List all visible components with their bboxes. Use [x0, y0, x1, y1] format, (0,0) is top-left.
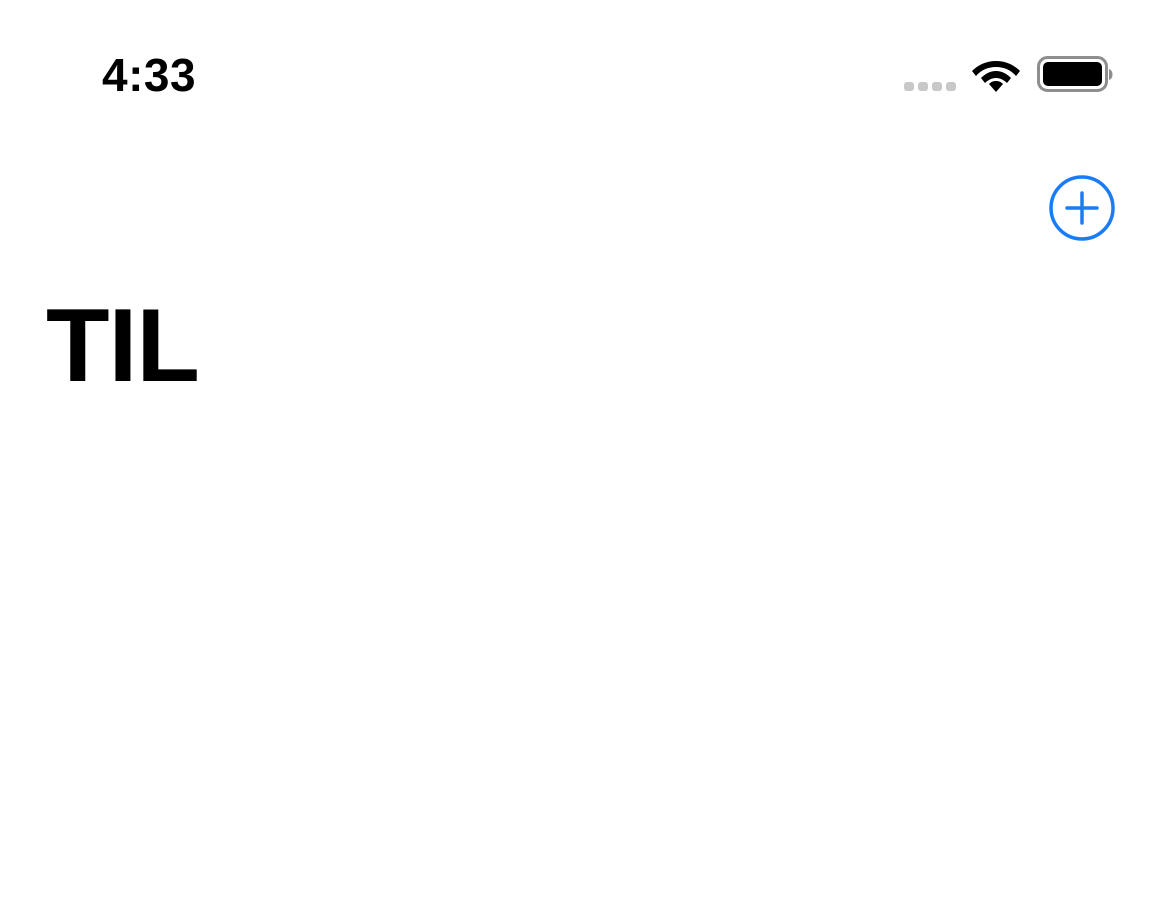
signal-bar: [918, 82, 928, 91]
signal-bar: [946, 82, 956, 91]
add-button[interactable]: [1049, 175, 1115, 241]
plus-circle-icon: [1049, 175, 1115, 241]
status-time: 4:33: [102, 49, 197, 101]
app-screen: 4:33 TIL: [0, 0, 1167, 918]
status-bar: 4:33: [0, 0, 1167, 150]
page-title: TIL: [46, 288, 200, 404]
signal-bar: [932, 82, 942, 91]
battery-icon: [1037, 56, 1113, 92]
signal-bar: [904, 82, 914, 91]
wifi-icon: [972, 61, 1020, 92]
cellular-signal-icon: [904, 82, 956, 92]
